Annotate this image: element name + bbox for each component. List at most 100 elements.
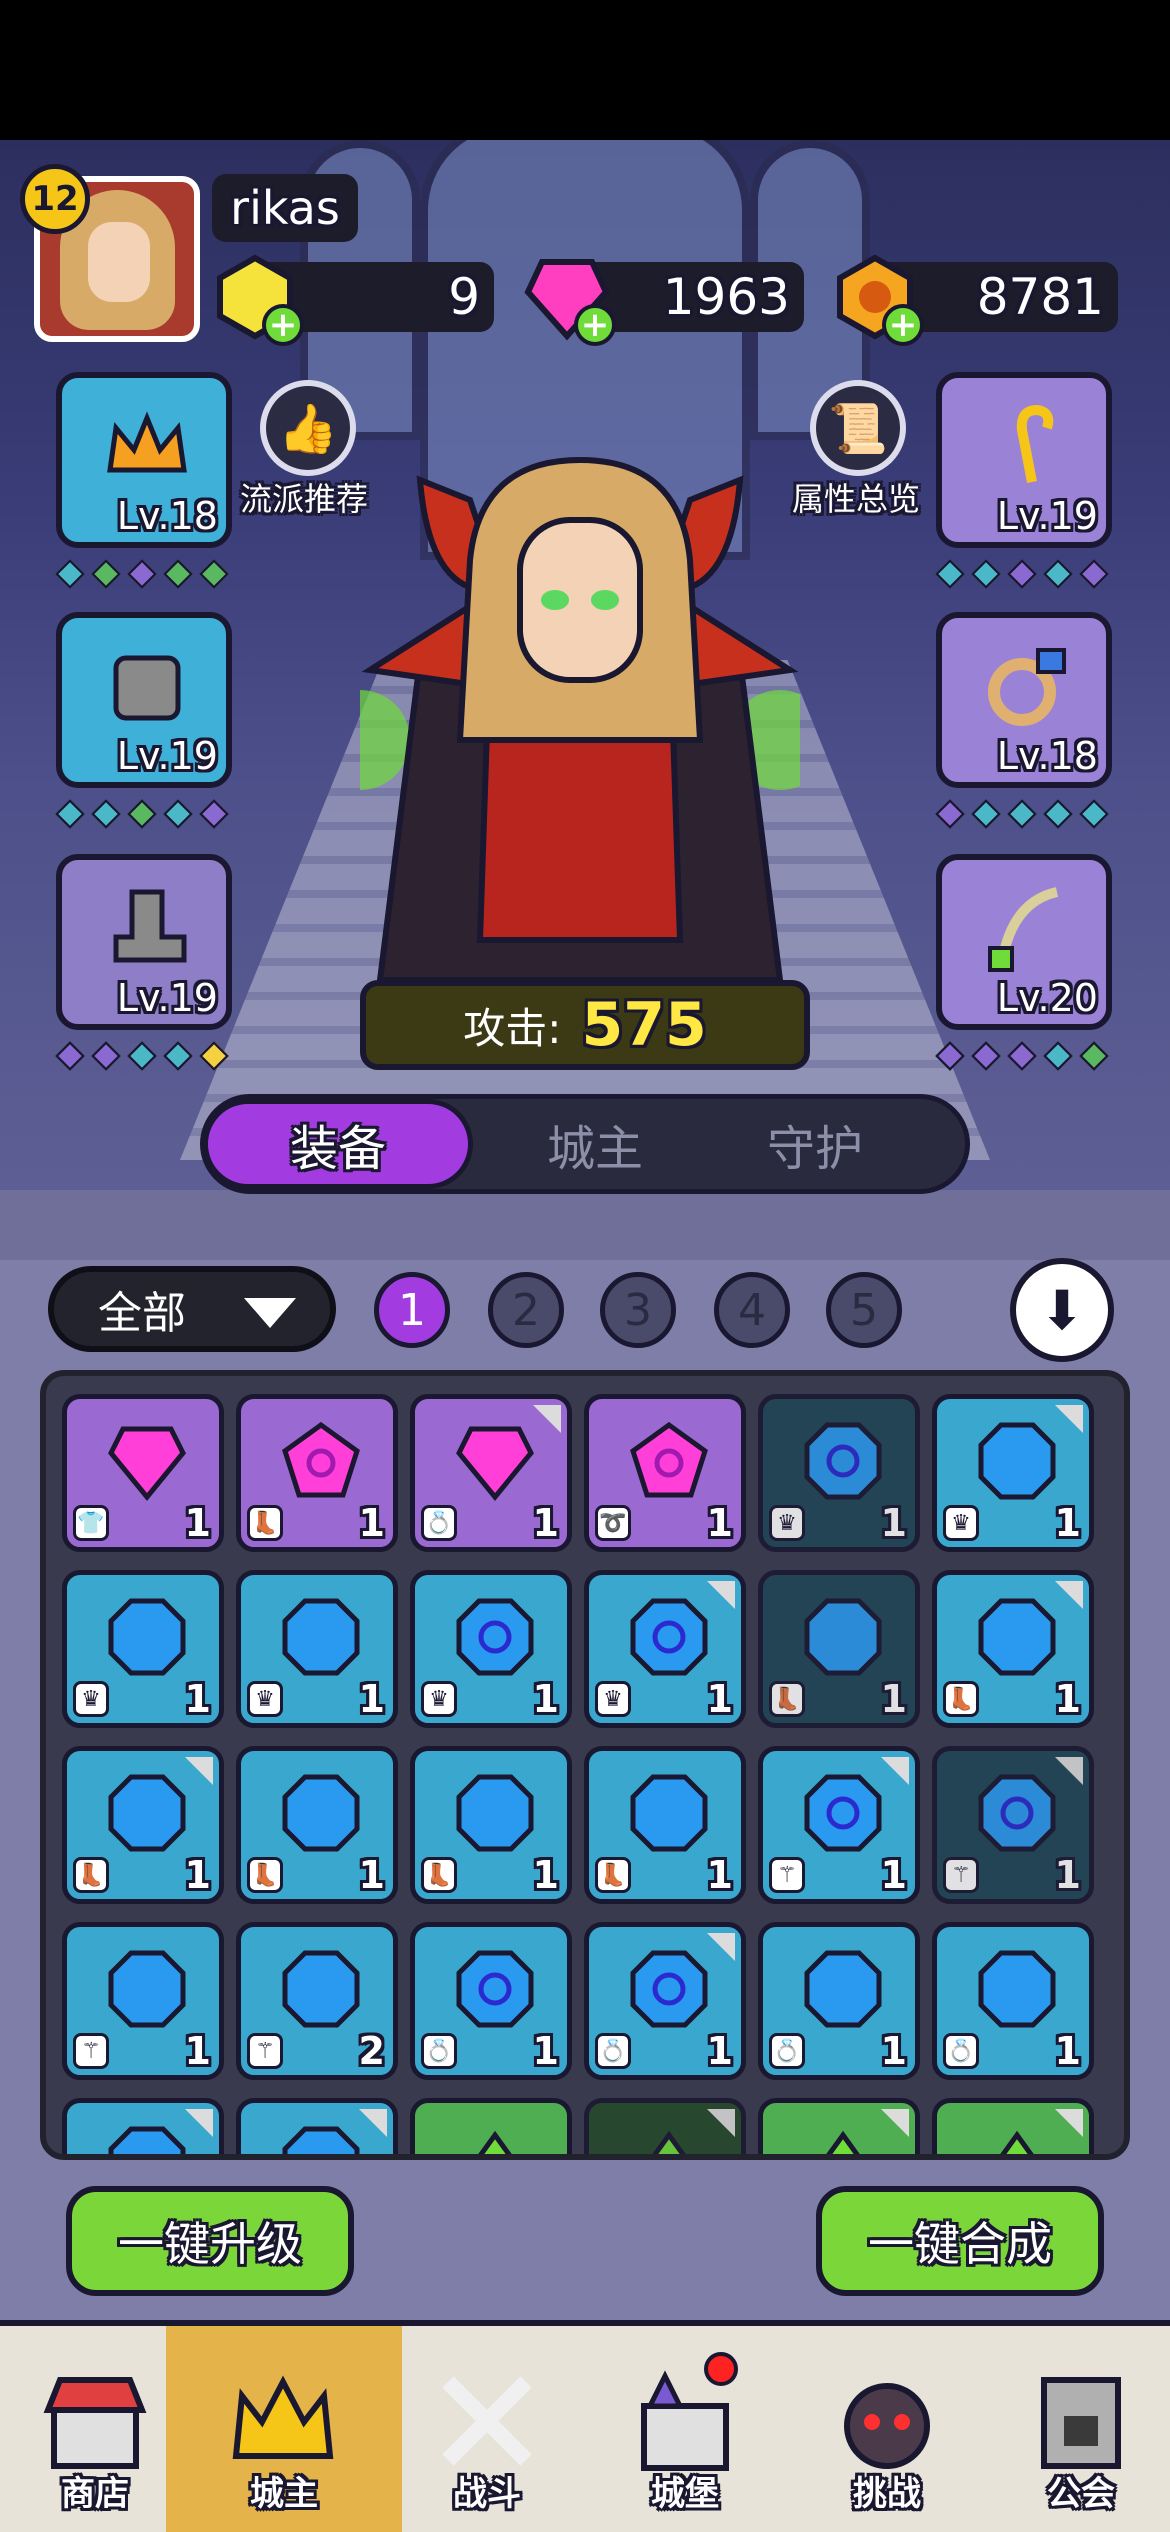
nav-item-battle[interactable]: 战斗 — [392, 2326, 582, 2532]
download-button[interactable]: ⬇ — [1010, 1258, 1114, 1362]
gem-cell[interactable]: 👢 1 — [236, 1746, 398, 1904]
gem-cell[interactable]: ♛ 1 — [236, 1570, 398, 1728]
add-coin-icon[interactable]: + — [882, 304, 924, 346]
gem-cell[interactable] — [236, 2098, 398, 2154]
castle-lord-character[interactable] — [360, 440, 800, 1000]
gem-count: 1 — [1054, 1501, 1081, 1545]
demon-icon — [844, 2383, 930, 2469]
gem-count: 1 — [706, 2029, 733, 2073]
slot-level: Lv.18 — [996, 734, 1098, 778]
crown-icon — [107, 411, 187, 473]
equip-slot-armor[interactable]: Lv.19 — [56, 612, 232, 788]
staff-icon — [1016, 404, 1054, 483]
filter-dropdown[interactable]: 全部 — [48, 1266, 336, 1352]
gem-cell[interactable]: ♛ 1 — [758, 1394, 920, 1552]
equip-slot-boot[interactable]: Lv.19 — [56, 854, 232, 1030]
nav-item-castle-lord[interactable]: 城主 — [166, 2326, 402, 2532]
nav-item-shop[interactable]: 商店 — [0, 2326, 190, 2532]
nav-item-castle[interactable]: 城堡 — [590, 2326, 780, 2532]
nav-item-guild[interactable]: 公会 — [986, 2326, 1170, 2532]
armor-icon — [113, 655, 181, 721]
blue-gem-icon — [282, 1774, 360, 1852]
crown-icon: ♛ — [769, 1505, 805, 1541]
gem-cell[interactable]: 💍 1 — [410, 1394, 572, 1552]
tab-guard[interactable]: 守护 — [725, 1099, 905, 1189]
page-button-5[interactable]: 5 — [826, 1272, 902, 1348]
gem-cell[interactable]: 💍 1 — [932, 1922, 1094, 2080]
gem-count: 1 — [184, 1677, 211, 1721]
equip-slot-amulet[interactable]: Lv.20 — [936, 854, 1112, 1030]
download-icon: ⬇ — [1039, 1278, 1085, 1342]
blue-gem-icon — [108, 2126, 186, 2154]
stats-overview-button[interactable]: 📜 — [810, 380, 906, 476]
thumbs-up-icon: 👍 — [278, 400, 338, 457]
gem-count: 1 — [358, 1853, 385, 1897]
upgrade-all-button[interactable]: 一键升级 — [66, 2186, 354, 2296]
gem-cell[interactable]: ⚚ 1 — [62, 1922, 224, 2080]
tab-equipment[interactable]: 装备 — [203, 1099, 473, 1189]
ring-icon: 💍 — [769, 2033, 805, 2069]
gem-cell[interactable] — [62, 2098, 224, 2154]
new-marker-icon — [1055, 2109, 1083, 2137]
gem-cell[interactable]: ♛ 1 — [584, 1570, 746, 1728]
gem-cell[interactable]: 👕 1 — [62, 1394, 224, 1552]
gem-cell[interactable] — [410, 2098, 572, 2154]
blue-swirl-icon — [978, 1774, 1056, 1852]
blue-gem-icon — [978, 1950, 1056, 2028]
gem-cell[interactable]: ⚚ 1 — [758, 1746, 920, 1904]
shop-icon — [43, 2377, 147, 2469]
blue-gem-icon — [108, 1774, 186, 1852]
crystal-icon[interactable]: + — [210, 252, 304, 346]
gem-cell[interactable]: 👢 1 — [410, 1746, 572, 1904]
gem-count: 1 — [706, 1501, 733, 1545]
gem-cell[interactable] — [932, 2098, 1094, 2154]
gem-count: 1 — [706, 1677, 733, 1721]
page-button-3[interactable]: 3 — [600, 1272, 676, 1348]
blue-gem-icon — [282, 1950, 360, 2028]
new-marker-icon — [533, 1405, 561, 1433]
pink-gem-icon[interactable]: + — [522, 252, 616, 346]
gem-cell[interactable]: 👢 1 — [236, 1394, 398, 1552]
gem-cell[interactable]: ♛ 1 — [410, 1570, 572, 1728]
gem-cell[interactable]: ♛ 1 — [932, 1394, 1094, 1552]
nav-item-challenge[interactable]: 挑战 — [792, 2326, 982, 2532]
crown-icon: ♛ — [943, 1505, 979, 1541]
page-button-4[interactable]: 4 — [714, 1272, 790, 1348]
gem-cell[interactable]: 💍 1 — [584, 1922, 746, 2080]
equip-slot-ring[interactable]: Lv.18 — [936, 612, 1112, 788]
gem-cell[interactable]: ➰ 1 — [584, 1394, 746, 1552]
gem-cell[interactable] — [758, 2098, 920, 2154]
gem-cell[interactable] — [584, 2098, 746, 2154]
gem-cell[interactable]: 👢 1 — [758, 1570, 920, 1728]
equip-slot-crown[interactable]: Lv.18 — [56, 372, 232, 548]
gem-cell[interactable]: ⚚ 2 — [236, 1922, 398, 2080]
gem-count: 1 — [532, 1853, 559, 1897]
build-recommend-button[interactable]: 👍 — [260, 380, 356, 476]
gem-cell[interactable]: 💍 1 — [410, 1922, 572, 2080]
add-crystal-icon[interactable]: + — [262, 304, 304, 346]
ring-icon: 💍 — [421, 2033, 457, 2069]
blue-gem-icon — [108, 1598, 186, 1676]
gem-cell[interactable]: 👢 1 — [62, 1746, 224, 1904]
slot-gem-sockets — [55, 559, 229, 589]
nav-label: 城堡 — [651, 2474, 719, 2514]
boot-icon: 👢 — [247, 1505, 283, 1541]
page-button-1[interactable]: 1 — [374, 1272, 450, 1348]
gold-coin-icon[interactable]: + — [830, 252, 924, 346]
equip-slot-staff[interactable]: Lv.19 — [936, 372, 1112, 548]
page-button-2[interactable]: 2 — [488, 1272, 564, 1348]
add-gem-icon[interactable]: + — [574, 304, 616, 346]
ring-icon: 💍 — [943, 2033, 979, 2069]
boot-icon: 👢 — [595, 1857, 631, 1893]
slot-level: Lv.18 — [116, 494, 218, 538]
staff-icon: ⚚ — [943, 1857, 979, 1893]
green-gem-icon — [1000, 2130, 1034, 2154]
gem-cell[interactable]: ♛ 1 — [62, 1570, 224, 1728]
merge-all-button[interactable]: 一键合成 — [816, 2186, 1104, 2296]
gem-cell[interactable]: ⚚ 1 — [932, 1746, 1094, 1904]
chevron-down-icon — [244, 1298, 296, 1328]
gem-cell[interactable]: 👢 1 — [584, 1746, 746, 1904]
tab-castle-lord[interactable]: 城主 — [505, 1099, 685, 1189]
gem-cell[interactable]: 👢 1 — [932, 1570, 1094, 1728]
gem-cell[interactable]: 💍 1 — [758, 1922, 920, 2080]
